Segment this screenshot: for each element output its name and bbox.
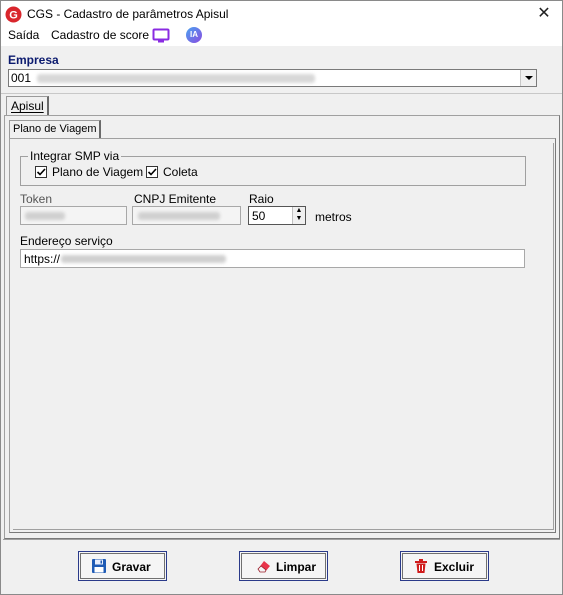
excluir-button[interactable]: Excluir (400, 551, 489, 581)
raio-value: 50 (252, 209, 266, 223)
cnpj-emitente-field[interactable] (132, 206, 241, 225)
endereco-value-redacted (61, 255, 226, 263)
inner-panel-border (13, 143, 554, 530)
bottom-divider (3, 539, 560, 540)
spin-up-icon[interactable]: ▲ (293, 207, 305, 215)
integrar-smp-legend: Integrar SMP via (28, 149, 122, 163)
empresa-label: Empresa (8, 53, 59, 67)
menu-bar: Saída Cadastro de score IA (1, 26, 562, 46)
checkmark-icon (36, 168, 46, 176)
title-bar: G CGS - Cadastro de parâmetros Apisul ✕ (1, 1, 562, 28)
token-value-redacted (25, 212, 65, 220)
gravar-button[interactable]: Gravar (78, 551, 167, 581)
metros-label: metros (315, 210, 352, 224)
checkmark-icon (147, 168, 157, 176)
coleta-label[interactable]: Coleta (163, 165, 198, 179)
raio-label: Raio (249, 192, 274, 206)
empresa-select[interactable]: 001 (8, 69, 537, 87)
cnpj-value-redacted (138, 212, 220, 220)
window-title: CGS - Cadastro de parâmetros Apisul (27, 7, 229, 21)
svg-text:G: G (9, 10, 18, 22)
endereco-servico-field[interactable]: https:// (20, 249, 525, 268)
empresa-name-redacted (37, 74, 315, 83)
coleta-checkbox[interactable] (146, 166, 158, 178)
menu-saida[interactable]: Saída (8, 28, 39, 42)
empresa-dropdown-button[interactable] (520, 70, 536, 86)
tab-apisul[interactable]: Apisul (6, 96, 49, 116)
menu-cadastro-score[interactable]: Cadastro de score (51, 28, 149, 42)
ia-icon[interactable]: IA (186, 27, 202, 43)
divider (1, 93, 562, 94)
chevron-down-icon (525, 76, 533, 80)
main-window: G CGS - Cadastro de parâmetros Apisul ✕ … (0, 0, 563, 595)
tab-plano-label: Plano de Viagem (13, 123, 97, 135)
cnpj-emitente-label: CNPJ Emitente (134, 192, 217, 206)
empresa-value: 001 (11, 71, 32, 85)
plano-de-viagem-checkbox[interactable] (35, 166, 47, 178)
floppy-disk-icon (92, 559, 106, 573)
endereco-prefix: https:// (24, 252, 61, 266)
raio-spin-buttons[interactable]: ▲ ▼ (292, 207, 305, 224)
trash-icon (415, 559, 427, 573)
raio-spinbox[interactable]: 50 ▲ ▼ (248, 206, 306, 225)
token-field[interactable] (20, 206, 127, 225)
close-icon[interactable]: ✕ (532, 3, 556, 25)
gravar-label: Gravar (112, 560, 151, 574)
plano-de-viagem-label[interactable]: Plano de Viagem (52, 165, 143, 179)
tab-apisul-label: Apisul (11, 99, 44, 113)
endereco-servico-label: Endereço serviço (20, 234, 113, 248)
spin-down-icon[interactable]: ▼ (293, 215, 305, 223)
token-label: Token (20, 192, 53, 206)
limpar-label: Limpar (276, 560, 317, 574)
excluir-label: Excluir (434, 560, 475, 574)
cgs-logo-icon: G (5, 6, 22, 23)
tab-plano-de-viagem[interactable]: Plano de Viagem (9, 120, 101, 139)
eraser-icon (257, 561, 270, 573)
limpar-button[interactable]: Limpar (239, 551, 328, 581)
monitor-icon[interactable] (152, 28, 170, 44)
